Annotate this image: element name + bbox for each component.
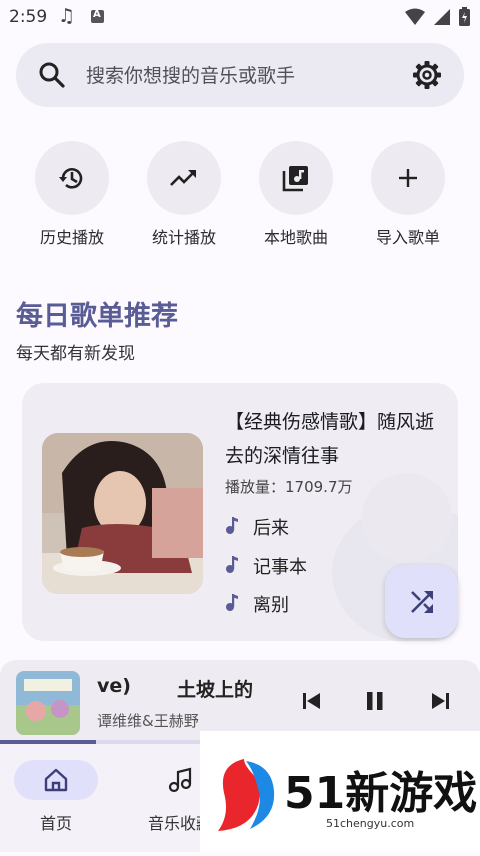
search-bar[interactable]: 搜索你想搜的音乐或歌手 [16,43,464,107]
daily-section-title: 每日歌单推荐 [16,301,178,332]
song-title: 后来 [253,518,289,539]
status-bar: 2:59 ♫ [0,0,480,34]
quick-action-import[interactable]: 导入歌单 [369,141,447,248]
home-icon [44,768,68,792]
history-icon [59,168,83,189]
quick-action-history[interactable]: 历史播放 [33,141,111,248]
shuffle-icon [410,590,433,613]
now-playing-title: ve) [97,675,131,697]
local-library-icon [282,166,308,192]
card-decoration [362,473,452,563]
quick-action-local-label: 本地歌曲 [263,228,328,247]
nav-home-label: 首页 [39,814,72,833]
watermark-logo: 51新游戏 51chengyu.com [200,731,480,852]
music-note-icon [168,767,192,793]
song-item[interactable]: 后来 [225,514,289,540]
playlist-play-count: 播放量：1709.7万 [225,478,353,496]
plus-icon [399,169,417,187]
music-note-icon [225,593,253,616]
now-playing-artist: 谭维维&王赫野 [97,712,199,730]
music-note-icon: ♫ [58,5,76,27]
playlist-cover-image[interactable] [42,433,203,594]
app-notification-icon [91,9,104,23]
wifi-icon [405,8,425,25]
next-icon[interactable] [429,690,451,712]
quick-action-import-label: 导入歌单 [375,228,440,247]
search-input[interactable]: 搜索你想搜的音乐或歌手 [86,61,295,88]
shuffle-button[interactable] [385,565,458,638]
quick-action-import-button[interactable] [371,141,445,215]
signal-icon [434,8,450,25]
battery-icon [459,7,470,26]
now-playing-title-scroll: 土坡上的 [177,679,254,701]
song-title: 离别 [253,595,289,616]
music-note-icon [225,555,253,578]
quick-action-stats-button[interactable] [147,141,221,215]
previous-icon[interactable] [301,690,323,712]
nav-home-indicator[interactable] [14,760,98,800]
playlist-title[interactable]: 【经典伤感情歌】随风逝去的深情往事 [225,405,445,473]
trending-up-icon [170,170,196,186]
status-time: 2:59 [9,7,48,27]
music-note-icon [225,516,253,539]
quick-action-stats[interactable]: 统计播放 [145,141,223,248]
watermark-url-text: 51chengyu.com [326,817,414,830]
settings-gear-icon[interactable] [412,60,442,90]
song-item[interactable]: 离别 [225,591,289,617]
quick-action-local-button[interactable] [259,141,333,215]
search-icon[interactable] [38,61,66,89]
quick-action-local[interactable]: 本地歌曲 [257,141,335,248]
nav-home[interactable]: 首页 [8,760,104,834]
song-item[interactable]: 记事本 [225,553,307,579]
now-playing-album-art[interactable] [16,671,80,735]
daily-section-subtitle: 每天都有新发现 [16,344,135,364]
quick-action-history-button[interactable] [35,141,109,215]
quick-action-history-label: 历史播放 [39,228,104,247]
watermark-brand-text: 51新游戏 [284,768,477,819]
pause-icon[interactable] [364,690,386,712]
quick-action-stats-label: 统计播放 [151,228,216,247]
song-title: 记事本 [253,557,307,578]
